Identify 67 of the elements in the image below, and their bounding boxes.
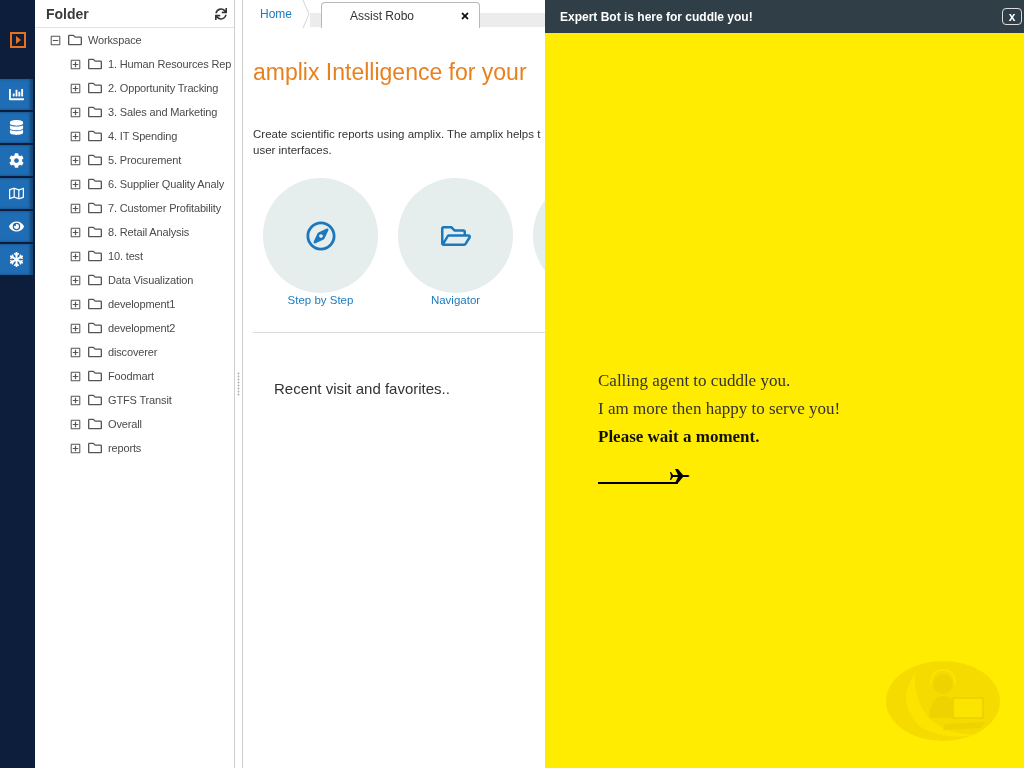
sidebar-button[interactable]: [0, 112, 33, 143]
tree-item-label[interactable]: 1. Human Resources Rep: [108, 58, 232, 70]
tree-item-label[interactable]: Foodmart: [108, 370, 154, 382]
refresh-icon[interactable]: [215, 7, 227, 20]
gear-icon: [9, 153, 24, 168]
sidebar-button[interactable]: [0, 145, 33, 176]
tree-item-label[interactable]: development2: [108, 322, 176, 334]
close-button[interactable]: x: [1002, 8, 1022, 25]
folder-icon: [88, 273, 102, 287]
tree-item-label[interactable]: 3. Sales and Marketing: [108, 106, 218, 118]
sidebar-button[interactable]: [0, 79, 33, 110]
folder-icon: [88, 393, 102, 407]
tile-link[interactable]: Step by Step: [287, 293, 354, 307]
eye-icon: [9, 219, 24, 234]
tree-item-label[interactable]: reports: [108, 442, 142, 454]
panel-title: Folder: [46, 5, 89, 22]
database-icon: [9, 120, 24, 135]
compass-icon: [305, 220, 336, 251]
map-icon: [9, 186, 24, 201]
tree-item-label[interactable]: 5. Procurement: [108, 154, 182, 166]
folder-icon: [88, 105, 102, 119]
chat-title: Expert Bot is here for cuddle you!: [560, 9, 753, 24]
snowflake-icon: [9, 252, 24, 267]
description-text: user interfaces.: [253, 143, 332, 158]
folder-icon: [88, 57, 102, 71]
play-square-icon[interactable]: [10, 32, 26, 48]
tree-item-label[interactable]: 8. Retail Analysis: [108, 226, 190, 238]
tile-link[interactable]: Navigator: [430, 293, 481, 307]
description-text: Create scientific reports using amplix. The amplix helps t: [253, 127, 541, 142]
folder-icon: [88, 441, 102, 455]
folder-icon: [88, 81, 102, 95]
section-title: Recent visit and favorites..: [274, 379, 450, 399]
close-icon[interactable]: [460, 10, 470, 21]
folder-icon: [88, 201, 102, 215]
chat-message: I am more then happy to serve you!: [598, 398, 841, 420]
tree-item-label[interactable]: 4. IT Spending: [108, 130, 178, 142]
folder-icon: [88, 225, 102, 239]
folder-icon: [88, 345, 102, 359]
folder-icon: [88, 153, 102, 167]
folder-icon: [88, 417, 102, 431]
tree-item-label[interactable]: discoverer: [108, 346, 158, 358]
folder-icon: [88, 321, 102, 335]
tree-item-label[interactable]: 10. test: [108, 250, 143, 262]
tree-item-label[interactable]: Overall: [108, 418, 142, 430]
folder-icon: [88, 297, 102, 311]
sidebar-button[interactable]: [0, 244, 33, 275]
tree-item-label[interactable]: GTFS Transit: [108, 394, 172, 406]
tree-item-label[interactable]: Data Visualization: [108, 274, 194, 286]
folder-icon: [88, 249, 102, 263]
tab[interactable]: Home: [243, 0, 310, 28]
folder-icon: [68, 33, 82, 47]
resize-handle[interactable]: [237, 372, 240, 396]
tree-item-label[interactable]: 6. Supplier Quality Analy: [108, 178, 225, 190]
tree-item-label[interactable]: development1: [108, 298, 176, 310]
tree-item-label[interactable]: 2. Opportunity Tracking: [108, 82, 219, 94]
folder-icon: [88, 369, 102, 383]
folder-icon: [88, 129, 102, 143]
sidebar-button[interactable]: [0, 211, 33, 242]
tab[interactable]: Assist Robo: [321, 2, 480, 28]
sidebar-button[interactable]: [0, 178, 33, 209]
folder-icon: [88, 177, 102, 191]
chat-message: Please wait a moment.: [598, 426, 760, 448]
bar-chart-icon: [9, 87, 24, 102]
tree-item-label[interactable]: 7. Customer Profitability: [108, 202, 221, 214]
tree-item-label[interactable]: Workspace: [88, 34, 142, 46]
chat-message: Calling agent to cuddle you.: [598, 370, 791, 392]
page-heading: amplix Intelligence for your: [253, 58, 527, 86]
